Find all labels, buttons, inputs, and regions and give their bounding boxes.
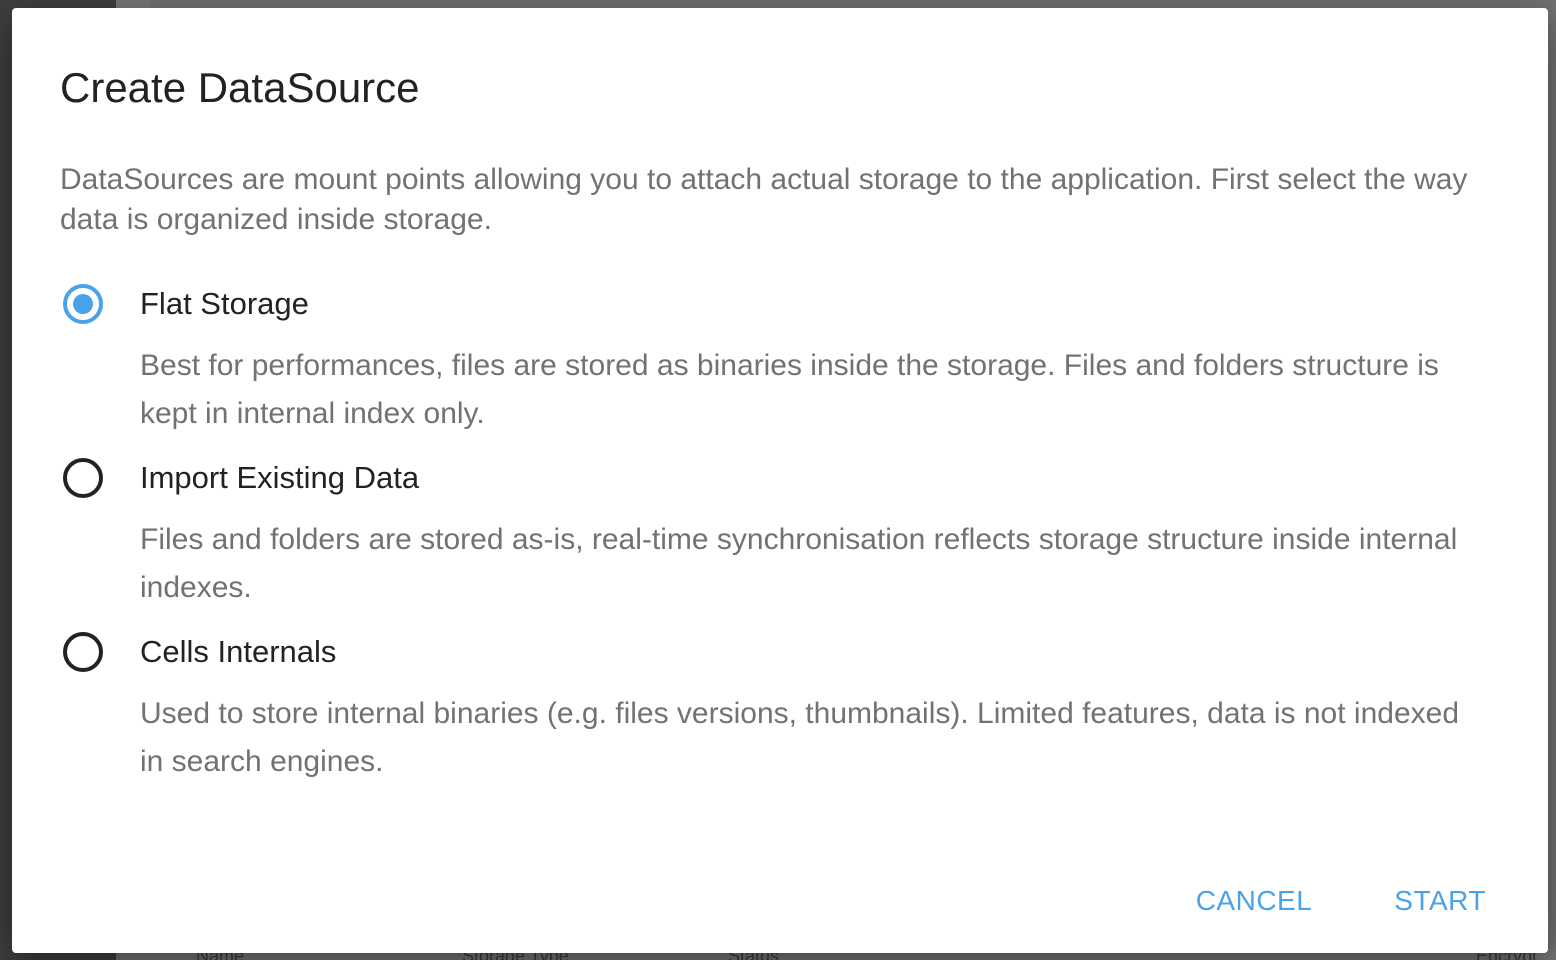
radio-cells-internals[interactable]: [63, 632, 103, 672]
option-description-cells-internals: Used to store internal binaries (e.g. fi…: [140, 697, 1460, 778]
dialog-actions: CANCEL START: [1126, 877, 1498, 925]
dialog-title: Create DataSource: [60, 64, 420, 111]
dialog-description: DataSources are mount points allowing yo…: [60, 163, 1468, 236]
option-description-import-existing-data: Files and folders are stored as-is, real…: [140, 523, 1458, 604]
start-button[interactable]: START: [1382, 877, 1498, 925]
cancel-button[interactable]: CANCEL: [1184, 877, 1325, 925]
create-datasource-dialog: Create DataSource DataSources are mount …: [12, 8, 1548, 953]
option-label-flat-storage[interactable]: Flat Storage: [140, 284, 309, 324]
option-label-cells-internals[interactable]: Cells Internals: [140, 632, 336, 672]
option-label-import-existing-data[interactable]: Import Existing Data: [140, 458, 419, 498]
radio-flat-storage[interactable]: [63, 284, 103, 324]
radio-import-existing-data[interactable]: [63, 458, 103, 498]
option-description-flat-storage: Best for performances, files are stored …: [140, 349, 1439, 430]
